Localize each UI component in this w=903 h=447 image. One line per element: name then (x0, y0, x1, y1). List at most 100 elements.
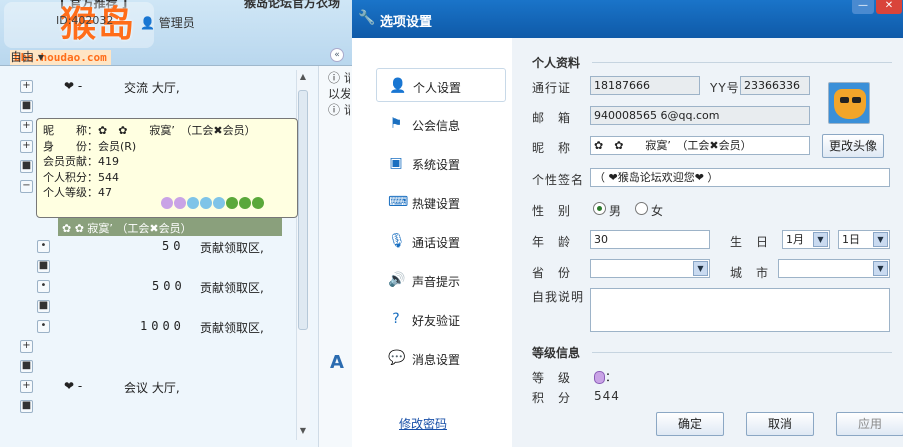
birthday-label: 生 日 (730, 235, 770, 249)
tooltip-identity: 身 份：会员(R) (43, 139, 137, 153)
gender-male-radio[interactable] (593, 202, 606, 215)
sub-channel-number: 1000 (140, 319, 185, 333)
nav-sound-alerts[interactable]: 🔊 声音提示 (376, 263, 506, 297)
passport-label: 通行证 (532, 81, 572, 95)
chat-line: ⓘ 请 (328, 103, 350, 117)
leaf-icon (252, 197, 264, 209)
scrollbar-thumb[interactable] (298, 90, 308, 330)
sub-channel-icon[interactable]: • (37, 320, 50, 333)
tooltip-points: 个人积分：544 (43, 170, 119, 184)
apply-button[interactable]: 应用 (836, 412, 903, 436)
email-label: 邮 箱 (532, 111, 572, 125)
tree-row[interactable]: ■ (0, 256, 312, 276)
scroll-up-icon[interactable]: ▲ (298, 72, 308, 84)
lock-icon: ■ (37, 260, 50, 273)
diamond-icon (200, 197, 212, 209)
options-dialog: 🔧 选项设置 — ✕ 👤 个人设置 ⚑ 公会信息 ▣ 系统设置 ⌨ 热键设置 🎙 通话设置… (352, 0, 903, 447)
birth-day-select[interactable]: 1日 ▼ (838, 230, 890, 249)
section-divider (592, 352, 892, 353)
tree-row[interactable]: + ❤ - 交流 大厅, (0, 76, 312, 96)
tree-row[interactable]: • 1000 贡献领取区, (0, 316, 312, 336)
tooltip-contribution: 会员贡献：419 (43, 155, 119, 168)
city-select[interactable]: ▼ (778, 259, 890, 278)
microphone-icon: 🎙 (388, 233, 406, 249)
expand-icon[interactable]: − (20, 180, 33, 193)
sub-channel-number: 50 (162, 239, 185, 253)
diamond-icon (187, 197, 199, 209)
leaf-icon (239, 197, 251, 209)
about-label: 自我说明 (532, 290, 585, 304)
cancel-button[interactable]: 取消 (746, 412, 814, 436)
gender-label: 性 别 (532, 204, 572, 218)
nav-personal-settings[interactable]: 👤 个人设置 (376, 68, 506, 102)
mode-dropdown[interactable]: 自由 ▾ (10, 48, 44, 65)
expand-icon[interactable]: + (20, 340, 33, 353)
profile-section-title: 个人资料 (532, 56, 581, 70)
level-badges (161, 195, 265, 211)
expand-icon[interactable]: + (20, 140, 33, 153)
expand-icon[interactable]: + (20, 380, 33, 393)
person-icon: 👤 (389, 78, 407, 94)
tree-row[interactable]: ■ (0, 296, 312, 316)
age-field[interactable]: 30 (590, 230, 710, 249)
settings-icon: ▣ (389, 155, 403, 171)
tree-row[interactable]: + ❤ - 会议 大厅, (0, 376, 312, 396)
gender-female-radio[interactable] (635, 202, 648, 215)
province-select[interactable]: ▼ (590, 259, 710, 278)
level-suffix: ： (605, 370, 618, 384)
flag-icon: ⚑ (389, 116, 403, 132)
expand-icon[interactable]: + (20, 120, 33, 133)
lock-icon: ■ (20, 100, 33, 113)
ok-button[interactable]: 确定 (656, 412, 724, 436)
level-label: 等 级 (532, 371, 572, 385)
sub-channel-icon[interactable]: • (37, 240, 50, 253)
message-icon: 💬 (388, 350, 406, 366)
email-field[interactable]: 940008565 6@qq.com (590, 106, 810, 125)
chevron-down-icon: ▼ (693, 261, 708, 276)
scroll-down-icon[interactable]: ▼ (298, 426, 308, 438)
nav-friend-verify[interactable]: ? 好友验证 (376, 302, 506, 336)
province-label: 省 份 (532, 266, 572, 280)
level-medal-icon: ： (594, 368, 617, 385)
heart-icon: ❤ - (64, 79, 83, 93)
mode-label: 自由 (10, 50, 35, 64)
collapse-icon[interactable]: « (330, 48, 344, 62)
tree-row[interactable]: ■ (0, 96, 312, 116)
yy-label: YY号 (710, 81, 740, 95)
chat-line: ⓘ 请 (328, 71, 350, 85)
nav-message-settings[interactable]: 💬 消息设置 (376, 341, 506, 375)
change-password-link[interactable]: 修改密码 (399, 415, 447, 432)
tree-row[interactable]: ■ (0, 356, 312, 376)
font-icon[interactable]: A (330, 352, 344, 373)
channel-id: ID:402032 (56, 14, 114, 27)
dialog-title-bar: 🔧 选项设置 — ✕ (352, 0, 903, 38)
user-role: 👤 管理员 (140, 16, 195, 30)
tree-row[interactable]: ■ (0, 396, 312, 416)
minimize-button[interactable]: — (852, 0, 874, 14)
close-button[interactable]: ✕ (876, 0, 902, 14)
about-textarea[interactable] (590, 288, 890, 332)
sub-channel-name: 贡献领取区, (200, 241, 264, 255)
nav-guild-info[interactable]: ⚑ 公会信息 (376, 107, 506, 141)
sub-channel-icon[interactable]: • (37, 280, 50, 293)
nav-hotkey-settings[interactable]: ⌨ 热键设置 (376, 185, 506, 219)
dialog-title: 选项设置 (380, 15, 433, 30)
section-divider (592, 62, 892, 63)
tree-row[interactable]: • 50 贡献领取区, (0, 236, 312, 256)
expand-icon[interactable]: + (20, 80, 33, 93)
signature-field[interactable]: （ ❤猴岛论坛欢迎您❤ ） (590, 168, 890, 187)
nickname-field[interactable]: ✿ ✿ 寂寞’ （工会✖会员） (590, 136, 810, 155)
tree-row[interactable]: • 500 贡献领取区, (0, 276, 312, 296)
user-name: ✿ ✿ 寂寞’ （工会✖会员） (62, 222, 192, 235)
nav-call-settings[interactable]: 🎙 通话设置 (376, 224, 506, 258)
gender-male-label[interactable]: 男 (609, 202, 622, 219)
tree-row[interactable]: + (0, 336, 312, 356)
birth-month-select[interactable]: 1月 ▼ (782, 230, 830, 249)
selected-user-row[interactable]: ✿ ✿ 寂寞’ （工会✖会员） (58, 218, 282, 236)
nav-system-settings[interactable]: ▣ 系统设置 (376, 146, 506, 180)
change-avatar-button[interactable]: 更改头像 (822, 134, 884, 158)
chat-panel (318, 66, 352, 447)
gender-female-label[interactable]: 女 (651, 202, 664, 219)
diamond-icon (213, 197, 225, 209)
channel-title-right: 猴岛论坛官方衣场 (244, 0, 341, 10)
